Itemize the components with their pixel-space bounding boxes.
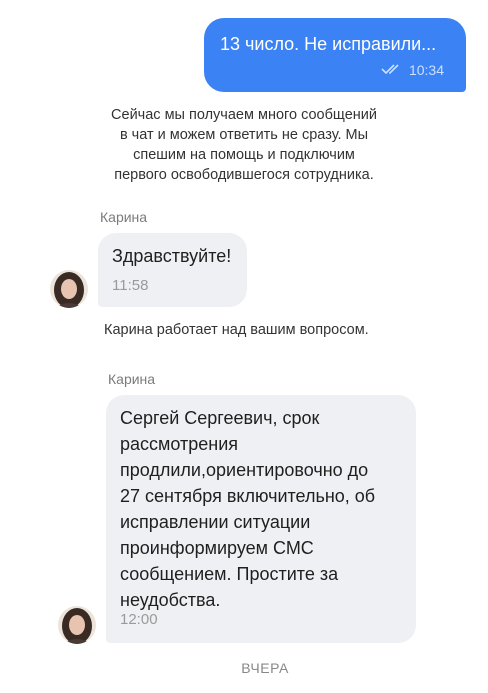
system-notice: Сейчас мы получаем много сообщений в чат… (84, 105, 404, 185)
message-line: исправлении ситуации (120, 512, 311, 532)
message-line: рассмотрения (120, 434, 239, 454)
system-notice-line: первого освободившегося сотрудника. (114, 167, 374, 183)
avatar[interactable] (58, 606, 96, 644)
system-notice-line: Сейчас мы получаем много сообщений (111, 107, 377, 123)
incoming-message-bubble[interactable]: Сергей Сергеевич, срок рассмотрения прод… (106, 395, 416, 643)
incoming-message-bubble[interactable]: Здравствуйте! 11:58 (98, 233, 247, 307)
system-notice-line: спешим на помощь и подключим (133, 147, 355, 163)
incoming-message-time: 12:00 (120, 611, 158, 628)
message-line: Сергей Сергеевич, срок (120, 408, 320, 428)
sender-name: Карина (108, 371, 156, 387)
double-check-icon (381, 62, 403, 78)
outgoing-message-time: 10:34 (408, 62, 444, 78)
status-notice: Карина работает над вашим вопросом. (104, 322, 369, 338)
message-line: проинформируем СМС (120, 538, 314, 558)
sender-name: Карина (100, 209, 148, 225)
outgoing-message-bubble[interactable]: 13 число. Не исправили... 10:34 (204, 18, 466, 92)
outgoing-message-meta: 10:34 (381, 62, 444, 78)
avatar-image (50, 270, 88, 308)
message-line: сообщением. Простите за (120, 564, 339, 584)
message-line: 27 сентября включительно, об (120, 486, 376, 506)
message-line: продлили,ориентировочно до (120, 460, 369, 480)
incoming-message-text: Здравствуйте! (112, 246, 232, 266)
incoming-message-time: 11:58 (112, 277, 149, 294)
message-line: неудобства. (120, 590, 221, 610)
outgoing-message-text: 13 число. Не исправили... (220, 34, 437, 54)
avatar[interactable] (50, 270, 88, 308)
avatar-image (58, 606, 96, 644)
date-divider: ВЧЕРА (241, 660, 289, 676)
system-notice-line: в чат и можем ответить не сразу. Мы (119, 127, 369, 143)
incoming-message-text: Сергей Сергеевич, срок рассмотрения прод… (120, 405, 410, 613)
